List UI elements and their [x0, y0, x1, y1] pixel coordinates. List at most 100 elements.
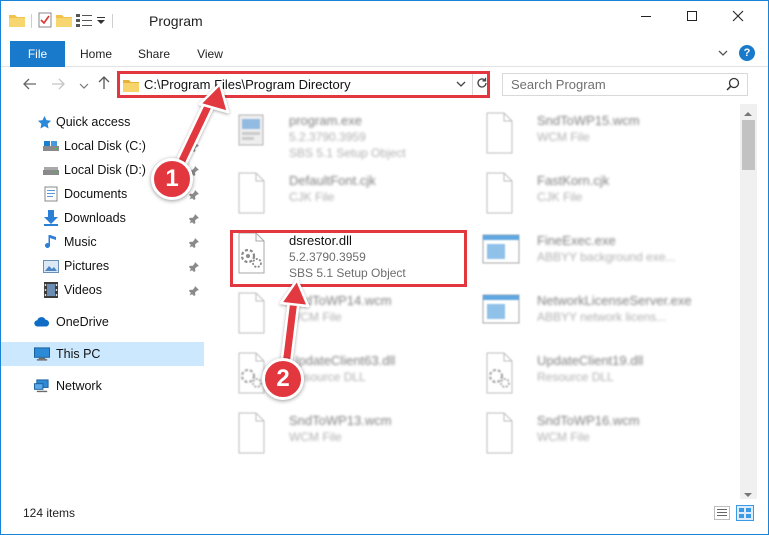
file-item-fineexec[interactable]: FineExec.exe ABBYY background exe...	[481, 231, 721, 287]
customize-toolbar-icon[interactable]	[96, 14, 106, 28]
new-folder-icon[interactable]	[56, 13, 72, 30]
tiles-view-button[interactable]	[736, 505, 754, 521]
file-description: ABBYY background exe...	[537, 250, 676, 264]
dll-icon	[481, 351, 517, 399]
pin-icon	[189, 285, 199, 299]
forward-button[interactable]	[49, 76, 67, 94]
pin-icon	[189, 189, 199, 203]
maximize-icon	[686, 10, 698, 25]
tab-file[interactable]: File	[10, 41, 65, 67]
up-arrow-icon	[98, 76, 110, 94]
file-item-sndtowp13[interactable]: SndToWP13.wcm WCM File	[233, 411, 473, 467]
forward-arrow-icon	[51, 77, 65, 94]
file-item-defaultfont[interactable]: DefaultFont.cjk CJK File	[233, 171, 473, 227]
file-type: Resource DLL	[537, 370, 614, 384]
sidebar-item-network[interactable]: Network	[1, 374, 204, 398]
file-item-updateclient19[interactable]: UpdateClient19.dll Resource DLL	[481, 351, 721, 407]
file-icon	[481, 411, 517, 459]
toolbar-divider	[112, 14, 113, 28]
up-button[interactable]	[95, 76, 113, 94]
help-button[interactable]: ?	[739, 45, 755, 61]
cloud-icon	[34, 314, 50, 330]
tab-share[interactable]: Share	[132, 41, 176, 67]
address-bar[interactable]: C:\Program Files\Program Directory	[117, 71, 490, 98]
sidebar-item-local-disk-c[interactable]: Local Disk (C:)	[1, 134, 204, 158]
file-type: WCM File	[537, 130, 590, 144]
file-name: UpdateClient63.dll	[289, 353, 396, 368]
toolbar-divider	[31, 14, 32, 28]
details-view-button[interactable]	[714, 506, 730, 520]
network-icon	[34, 378, 50, 394]
sidebar-item-label: Downloads	[64, 211, 126, 225]
window-title: Program	[149, 13, 203, 29]
scrollbar-thumb[interactable]	[742, 120, 755, 170]
recent-locations-button[interactable]	[75, 76, 93, 94]
chevron-down-icon	[79, 77, 89, 94]
file-name: UpdateClient19.dll	[537, 353, 644, 368]
star-icon	[36, 114, 52, 130]
step-badge-1: 1	[151, 158, 193, 200]
file-item-program-exe[interactable]: program.exe 5.2.3790.3959 SBS 5.1 Setup …	[233, 111, 473, 167]
close-button[interactable]	[715, 1, 761, 33]
file-icon	[481, 171, 517, 219]
window-app-icon	[481, 231, 520, 279]
view-options-icon[interactable]	[76, 13, 92, 30]
details-view-icon	[715, 508, 729, 522]
address-dropdown-icon[interactable]	[455, 78, 467, 93]
sidebar-item-downloads[interactable]: Downloads	[1, 206, 204, 230]
search-input[interactable]	[511, 76, 711, 93]
tab-home[interactable]: Home	[75, 41, 117, 67]
file-type: CJK File	[537, 190, 583, 204]
pin-icon	[189, 261, 199, 275]
file-item-fastkorn[interactable]: FastKorn.cjk CJK File	[481, 171, 721, 227]
file-item-networklicenseserver[interactable]: NetworkLicenseServer.exe ABBYY network l…	[481, 291, 721, 347]
file-item-sndtowp15[interactable]: SndToWP15.wcm WCM File	[481, 111, 721, 167]
sidebar-item-this-pc[interactable]: This PC	[1, 342, 204, 366]
sidebar-item-quick-access[interactable]: Quick access	[1, 110, 204, 134]
documents-icon	[43, 186, 59, 202]
search-icon[interactable]	[726, 77, 740, 94]
folder-icon	[9, 13, 25, 30]
minimize-icon	[640, 10, 652, 25]
sidebar-item-label: Pictures	[64, 259, 110, 273]
vertical-scrollbar[interactable]	[740, 104, 757, 499]
quick-access-toolbar	[9, 11, 115, 31]
file-item-sndtowp16[interactable]: SndToWP16.wcm WCM File	[481, 411, 721, 467]
expand-ribbon-icon[interactable]	[717, 47, 729, 62]
step-badge-2: 2	[262, 358, 304, 400]
drive-icon	[43, 138, 59, 154]
sidebar-item-onedrive[interactable]: OneDrive	[1, 310, 204, 334]
scroll-up-icon[interactable]	[743, 107, 753, 121]
highlight-box	[230, 230, 467, 287]
maximize-button[interactable]	[669, 1, 715, 33]
file-icon	[233, 291, 269, 339]
tab-view[interactable]: View	[191, 41, 229, 67]
music-icon	[43, 234, 59, 250]
properties-icon[interactable]	[38, 12, 52, 31]
tiles-view-icon	[737, 508, 753, 523]
file-list: program.exe 5.2.3790.3959 SBS 5.1 Setup …	[211, 104, 740, 499]
file-item-sndtowp14[interactable]: SndToWP14.wcm WCM File	[233, 291, 473, 347]
window-app-icon	[481, 291, 520, 339]
refresh-button[interactable]	[472, 74, 490, 95]
sidebar-item-videos[interactable]: Videos	[1, 278, 204, 302]
minimize-button[interactable]	[623, 1, 669, 33]
computer-icon	[34, 346, 50, 362]
sidebar-item-pictures[interactable]: Pictures	[1, 254, 204, 278]
back-arrow-icon	[23, 77, 37, 94]
file-description: SBS 5.1 Setup Object	[289, 146, 406, 160]
sidebar-item-label: This PC	[56, 347, 101, 361]
sidebar-item-music[interactable]: Music	[1, 230, 204, 254]
file-type: WCM File	[289, 310, 342, 324]
installer-icon	[233, 111, 269, 159]
pin-icon	[189, 141, 199, 155]
file-name: SndToWP16.wcm	[537, 413, 640, 428]
sidebar-item-label: Quick access	[56, 115, 131, 129]
back-button[interactable]	[21, 76, 39, 94]
pin-icon	[189, 213, 199, 227]
sidebar-item-label: Music	[64, 235, 97, 249]
address-path[interactable]: C:\Program Files\Program Directory	[144, 77, 351, 92]
navigation-bar: C:\Program Files\Program Directory	[1, 68, 768, 102]
explorer-window: Program File Home Share View ? C:\Progra…	[0, 0, 769, 535]
search-box[interactable]	[502, 73, 748, 96]
